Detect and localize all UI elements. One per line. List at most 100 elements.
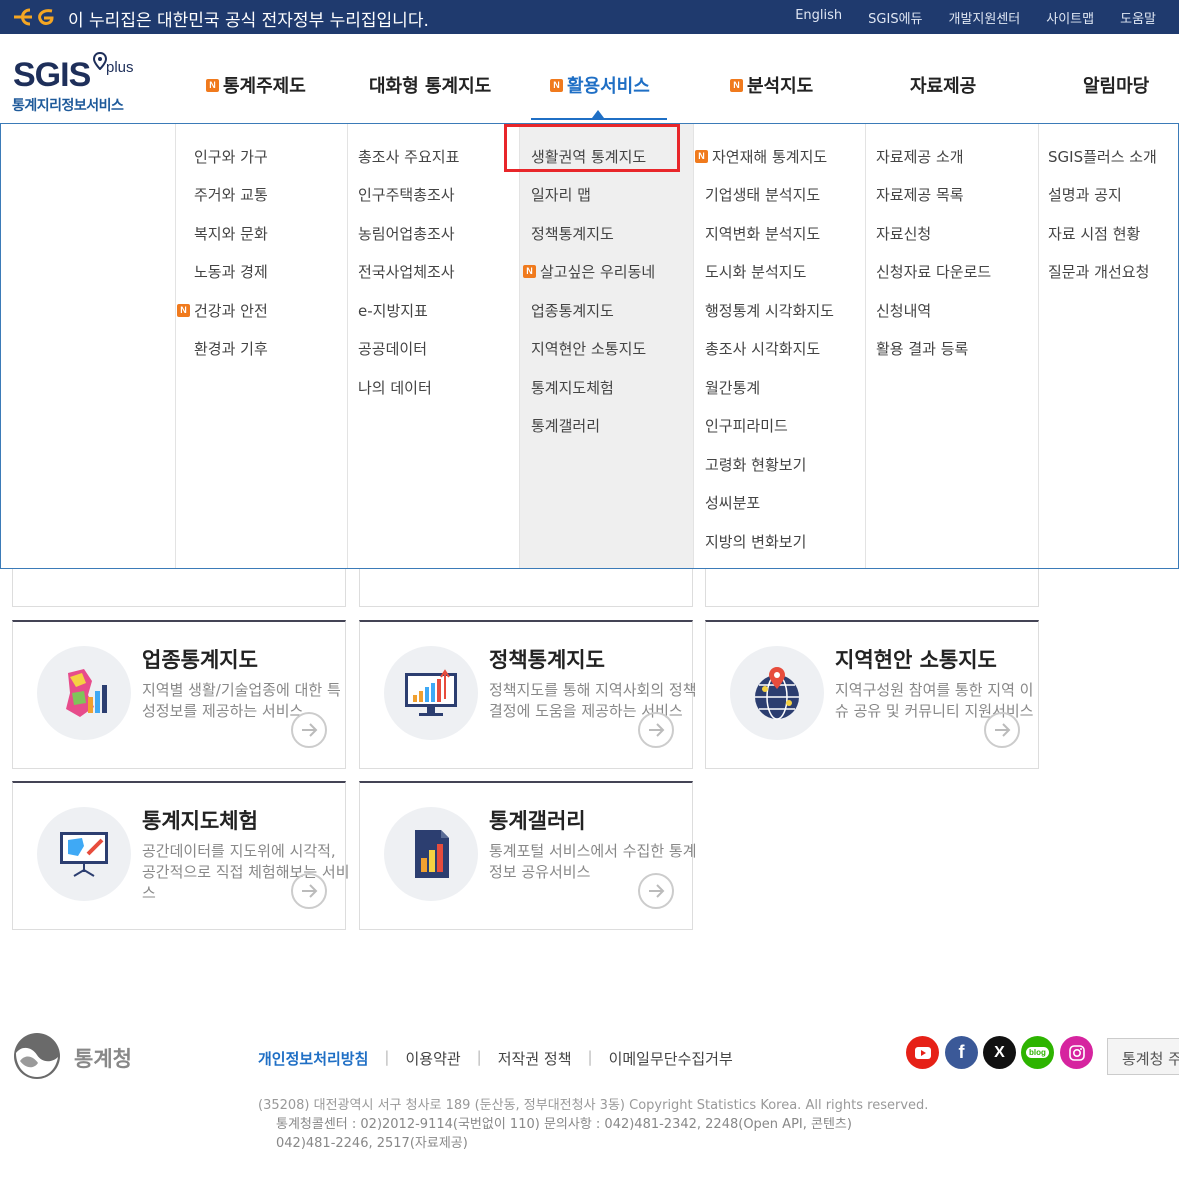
gnb-label: 분석지도 <box>747 76 814 97</box>
menu-item-monthly-stats[interactable]: 월간통계 <box>705 377 760 398</box>
globe-pin-icon <box>730 646 824 740</box>
menu-item-health-safety[interactable]: N 건강과 안전 <box>177 300 268 321</box>
card-map-experience[interactable]: 통계지도체험 공간데이터를 지도위에 시각적, 공간적으로 직접 체험해보는 서… <box>12 781 350 930</box>
menu-item-population-pyramid[interactable]: 인구피라미드 <box>705 415 788 436</box>
blog-icon[interactable]: blog <box>1021 1036 1054 1069</box>
menu-item-notices[interactable]: 설명과 공지 <box>1048 184 1122 205</box>
menu-item-housing-transport[interactable]: 주거와 교통 <box>194 184 268 205</box>
menu-item-population-housing-census[interactable]: 인구주택총조사 <box>358 184 455 205</box>
facebook-icon[interactable]: f <box>945 1036 978 1069</box>
menu-item-data-intro[interactable]: 자료제공 소개 <box>876 146 964 167</box>
menu-item-industry-map[interactable]: 업종통계지도 <box>531 300 614 321</box>
gnb-label: 알림마당 <box>1083 76 1150 97</box>
menu-item-environment-climate[interactable]: 환경과 기후 <box>194 338 268 359</box>
link-terms[interactable]: 이용약관 <box>405 1048 460 1069</box>
menu-item-policy-map[interactable]: 정책통계지도 <box>531 223 614 244</box>
menu-item-labor-economy[interactable]: 노동과 경제 <box>194 261 268 282</box>
new-badge: N <box>550 78 563 92</box>
instagram-icon[interactable] <box>1060 1036 1093 1069</box>
link-sgis-edu[interactable]: SGIS에듀 <box>855 8 935 27</box>
menu-item-data-request[interactable]: 자료신청 <box>876 223 931 244</box>
menu-item-e-local-indicators[interactable]: e-지방지표 <box>358 300 428 321</box>
menu-item-natural-disaster-map[interactable]: N 자연재해 통계지도 <box>695 146 827 167</box>
menu-item-aging-status[interactable]: 고령화 현황보기 <box>705 454 806 475</box>
menu-item-statistics-gallery[interactable]: 통계갤러리 <box>531 415 600 436</box>
arrow-right-icon[interactable] <box>291 712 327 748</box>
family-site-select[interactable]: 통계청 주 <box>1107 1038 1179 1075</box>
menu-item-result-registration[interactable]: 활용 결과 등록 <box>876 338 968 359</box>
logo-text[interactable]: SGIS <box>13 56 91 95</box>
menu-item-census-viz[interactable]: 총조사 시각화지도 <box>705 338 820 359</box>
menu-item-qna[interactable]: 질문과 개선요청 <box>1048 261 1149 282</box>
menu-column-interactive-map: 총조사 주요지표 인구주택총조사 농림어업총조사 전국사업체조사 e-지방지표 … <box>347 124 519 568</box>
link-email-refusal[interactable]: 이메일무단수집거부 <box>609 1048 733 1069</box>
card-community-map[interactable]: 지역현안 소통지도 지역구성원 참여를 통한 지역 이슈 공유 및 커뮤니티 지… <box>705 620 1039 769</box>
menu-item-population-household[interactable]: 인구와 가구 <box>194 146 268 167</box>
menu-column-utilization-service: 생활권역 통계지도 일자리 맵 정책통계지도 N 살고싶은 우리동네 업종통계지도… <box>519 124 693 568</box>
logo-subtitle: 통계지리정보서비스 <box>12 98 124 114</box>
menu-item-business-ecology-map[interactable]: 기업생태 분석지도 <box>705 184 820 205</box>
gov-banner: 이 누리집은 대한민국 공식 전자정부 누리집입니다. English SGIS… <box>0 0 1179 34</box>
menu-item-welfare-culture[interactable]: 복지와 문화 <box>194 223 268 244</box>
menu-item-admin-stats-viz[interactable]: 행정통계 시각화지도 <box>705 300 834 321</box>
menu-item-local-change[interactable]: 지방의 변화보기 <box>705 531 806 552</box>
menu-item-public-data[interactable]: 공공데이터 <box>358 338 427 359</box>
menu-item-agriculture-census[interactable]: 농림어업총조사 <box>358 223 455 244</box>
card-policy-map[interactable]: 정책통계지도 정책지도를 통해 지역사회의 정책결정에 도움을 제공하는 서비스 <box>359 620 697 769</box>
link-copyright-policy[interactable]: 저작권 정책 <box>498 1048 572 1069</box>
new-badge: N <box>730 78 743 92</box>
menu-item-establishment-survey[interactable]: 전국사업체조사 <box>358 261 455 282</box>
card-title: 정책통계지도 <box>489 648 605 672</box>
gov-notice-text: 이 누리집은 대한민국 공식 전자정부 누리집입니다. <box>68 11 429 31</box>
gnb-analysis-map[interactable]: N 분석지도 <box>730 72 813 98</box>
menu-item-sgis-plus-intro[interactable]: SGIS플러스 소개 <box>1048 146 1157 167</box>
gnb-utilization-service[interactable]: N 활용서비스 <box>550 72 650 98</box>
gnb-label: 대화형 통계지도 <box>369 76 492 97</box>
menu-item-urbanization-map[interactable]: 도시화 분석지도 <box>705 261 806 282</box>
arrow-right-icon[interactable] <box>638 873 674 909</box>
menu-item-label: 자연재해 통계지도 <box>712 148 828 166</box>
footer-org-name: 통계청 <box>74 1047 132 1071</box>
x-icon[interactable]: X <box>983 1036 1016 1069</box>
link-privacy-policy[interactable]: 개인정보처리방침 <box>258 1048 368 1069</box>
gnb-statistics-theme-map[interactable]: N 통계주제도 <box>206 72 306 98</box>
divider: | <box>476 1048 482 1066</box>
card-statistics-gallery[interactable]: 통계갤러리 통계포털 서비스에서 수집한 통계정보 공유서비스 <box>359 781 697 930</box>
link-sitemap[interactable]: 사이트맵 <box>1033 8 1107 27</box>
menu-item-data-list[interactable]: 자료제공 목록 <box>876 184 964 205</box>
link-english[interactable]: English <box>782 8 855 27</box>
new-badge: N <box>206 78 219 92</box>
arrow-right-icon[interactable] <box>291 873 327 909</box>
menu-column-analysis-map: N 자연재해 통계지도 기업생태 분석지도 지역변화 분석지도 도시화 분석지도 … <box>693 124 865 568</box>
address-line: (35208) 대전광역시 서구 청사로 189 (둔산동, 정부대전청사 3동… <box>258 1098 929 1113</box>
menu-item-regional-change-map[interactable]: 지역변화 분석지도 <box>705 223 820 244</box>
arrow-right-icon[interactable] <box>984 712 1020 748</box>
menu-item-community-map[interactable]: 지역현안 소통지도 <box>531 338 646 359</box>
menu-item-livable-neighborhood[interactable]: N 살고싶은 우리동네 <box>523 261 655 282</box>
gnb-interactive-map[interactable]: 대화형 통계지도 <box>369 72 491 98</box>
arrow-right-icon[interactable] <box>638 712 674 748</box>
menu-item-surname-distribution[interactable]: 성씨분포 <box>705 492 760 513</box>
gnb-data-provision[interactable]: 자료제공 <box>910 72 976 98</box>
divider: | <box>384 1048 390 1066</box>
youtube-icon[interactable] <box>906 1036 939 1069</box>
menu-item-request-history[interactable]: 신청내역 <box>876 300 931 321</box>
highlight-annotation-box <box>504 124 680 172</box>
link-dev-center[interactable]: 개발지원센터 <box>936 8 1034 27</box>
menu-item-census-indicators[interactable]: 총조사 주요지표 <box>358 146 459 167</box>
menu-item-data-timeline[interactable]: 자료 시점 현황 <box>1048 223 1140 244</box>
menu-item-my-data[interactable]: 나의 데이터 <box>358 377 432 398</box>
card-industry-map[interactable]: 업종통계지도 지역별 생활/기술업종에 대한 특성정보를 제공하는 서비스 <box>12 620 346 769</box>
menu-item-data-download[interactable]: 신청자료 다운로드 <box>876 261 991 282</box>
site-header: SGIS plus 통계지리정보서비스 N 통계주제도 대화형 통계지도 N 활용서… <box>0 34 1179 124</box>
menu-column-theme-map: 인구와 가구 주거와 교통 복지와 문화 노동과 경제 N 건강과 안전 환경과 … <box>175 124 347 568</box>
policy-monitor-icon <box>384 646 478 740</box>
link-help[interactable]: 도움말 <box>1107 8 1169 27</box>
menu-item-map-experience[interactable]: 통계지도체험 <box>531 377 614 398</box>
active-menu-caret <box>592 110 604 118</box>
menu-item-label: 살고싶은 우리동네 <box>540 263 656 281</box>
gnb-notice-board[interactable]: 알림마당 <box>1083 72 1149 98</box>
card-title: 업종통계지도 <box>142 648 258 672</box>
menu-item-job-map[interactable]: 일자리 맵 <box>531 184 591 205</box>
contact-line-2: 042)481-2246, 2517(자료제공) <box>276 1136 468 1151</box>
